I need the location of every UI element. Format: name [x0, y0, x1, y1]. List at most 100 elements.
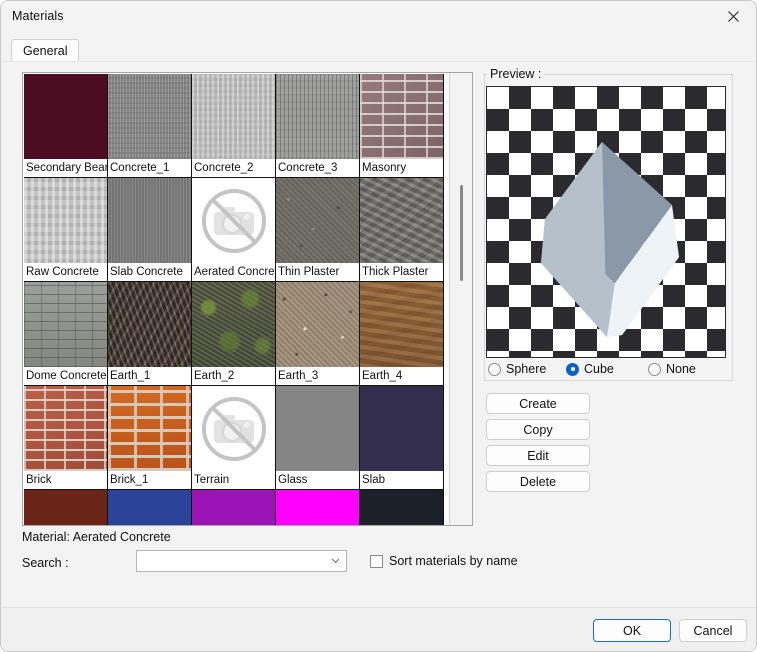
radio-cube-label: Cube	[584, 362, 614, 376]
cube-preview	[487, 87, 725, 357]
material-cell-label: Raw Concrete	[24, 263, 107, 281]
material-cell[interactable]	[192, 490, 276, 525]
material-row: BrickBrick_1TerrainGlassSlab	[24, 386, 449, 490]
cancel-button[interactable]: Cancel	[679, 619, 747, 642]
material-cell[interactable]: Terrain	[192, 386, 276, 490]
no-image-icon	[192, 178, 275, 263]
radio-cube[interactable]: Cube	[566, 362, 614, 376]
material-cell-label: Terrain	[192, 471, 275, 489]
edit-button[interactable]: Edit	[486, 445, 590, 466]
radio-sphere-label: Sphere	[506, 362, 546, 376]
material-cell[interactable]: Dome Concrete	[24, 282, 108, 386]
material-row: Dome ConcreteEarth_1Earth_2Earth_3Earth_…	[24, 282, 449, 386]
sort-materials-checkbox[interactable]: Sort materials by name	[370, 554, 518, 568]
dialog-content: Secondary BeamConcrete_1Concrete_2Concre…	[1, 62, 757, 607]
material-grid-cells: Secondary BeamConcrete_1Concrete_2Concre…	[24, 74, 449, 525]
material-cell[interactable]: Masonry	[360, 74, 444, 178]
material-cell[interactable]: Raw Concrete	[24, 178, 108, 282]
material-thumbnail	[360, 386, 443, 471]
material-thumbnail	[276, 386, 359, 471]
material-thumbnail	[24, 490, 107, 525]
ok-button[interactable]: OK	[593, 619, 671, 642]
material-cell[interactable]: Thick Plaster	[360, 178, 444, 282]
search-label: Search :	[22, 556, 69, 570]
material-cell[interactable]	[276, 490, 360, 525]
material-cell[interactable]: Glass	[276, 386, 360, 490]
material-cell-label: Glass	[276, 471, 359, 489]
material-thumbnail	[108, 282, 191, 367]
material-cell-label: Secondary Beam	[24, 159, 107, 177]
material-grid-scrollbar[interactable]	[449, 73, 472, 525]
material-row	[24, 490, 449, 525]
material-cell[interactable]: Concrete_2	[192, 74, 276, 178]
material-thumbnail	[24, 74, 107, 159]
material-thumbnail	[108, 490, 191, 525]
no-image-placeholder	[192, 178, 275, 263]
create-button[interactable]: Create	[486, 393, 590, 414]
search-input[interactable]	[136, 550, 347, 572]
preview-viewport[interactable]	[486, 86, 726, 358]
material-cell[interactable]: Secondary Beam	[24, 74, 108, 178]
material-grid: Secondary BeamConcrete_1Concrete_2Concre…	[22, 72, 473, 526]
preview-legend: Preview :	[487, 67, 544, 81]
material-thumbnail	[24, 178, 107, 263]
material-cell[interactable]: Slab	[360, 386, 444, 490]
material-cell[interactable]	[24, 490, 108, 525]
material-row: Raw ConcreteSlab ConcreteAerated Concret…	[24, 178, 449, 282]
radio-none-label: None	[666, 362, 696, 376]
copy-button[interactable]: Copy	[486, 419, 590, 440]
material-cell-label: Aerated Concrete	[192, 263, 275, 281]
material-cell-label: Thick Plaster	[360, 263, 443, 281]
title-bar: Materials	[1, 1, 756, 32]
material-cell[interactable]	[360, 490, 444, 525]
material-cell[interactable]: Earth_2	[192, 282, 276, 386]
window-title: Materials	[12, 9, 64, 23]
material-thumbnail	[192, 282, 275, 367]
material-thumbnail	[192, 74, 275, 159]
material-cell-label: Concrete_1	[108, 159, 191, 177]
material-cell-label: Slab	[360, 471, 443, 489]
scrollbar-thumb[interactable]	[460, 185, 463, 281]
chevron-down-icon	[331, 558, 340, 564]
radio-none-dot	[648, 363, 661, 376]
radio-cube-dot	[566, 363, 579, 376]
material-cell[interactable]: Concrete_3	[276, 74, 360, 178]
material-cell-label: Earth_3	[276, 367, 359, 385]
material-cell[interactable]: Earth_1	[108, 282, 192, 386]
material-cell[interactable]: Slab Concrete	[108, 178, 192, 282]
material-cell-label: Brick	[24, 471, 107, 489]
delete-button[interactable]: Delete	[486, 471, 590, 492]
dialog-footer: OK Cancel	[1, 607, 756, 652]
no-image-icon	[192, 386, 275, 471]
material-thumbnail	[276, 74, 359, 159]
no-image-placeholder	[192, 386, 275, 471]
sort-materials-checkbox-box	[370, 555, 383, 568]
material-cell[interactable]: Concrete_1	[108, 74, 192, 178]
radio-sphere[interactable]: Sphere	[488, 362, 546, 376]
material-thumbnail	[276, 490, 359, 525]
preview-shape-radios: Sphere Cube None	[488, 362, 728, 380]
material-cell-label: Concrete_3	[276, 159, 359, 177]
tab-general[interactable]: General	[11, 39, 79, 63]
material-cell[interactable]	[108, 490, 192, 525]
material-cell[interactable]: Earth_3	[276, 282, 360, 386]
material-cell[interactable]: Brick_1	[108, 386, 192, 490]
material-cell[interactable]: Thin Plaster	[276, 178, 360, 282]
material-cell-label: Masonry	[360, 159, 443, 177]
material-cell[interactable]: Brick	[24, 386, 108, 490]
material-cell[interactable]: Earth_4	[360, 282, 444, 386]
material-thumbnail	[360, 490, 443, 525]
material-cell-label: Earth_2	[192, 367, 275, 385]
material-thumbnail	[276, 282, 359, 367]
material-thumbnail	[360, 282, 443, 367]
material-cell-label: Earth_1	[108, 367, 191, 385]
radio-none[interactable]: None	[648, 362, 696, 376]
material-row: Secondary BeamConcrete_1Concrete_2Concre…	[24, 74, 449, 178]
material-thumbnail	[360, 178, 443, 263]
material-cell[interactable]: Aerated Concrete	[192, 178, 276, 282]
radio-sphere-dot	[488, 363, 501, 376]
material-cell-label: Brick_1	[108, 471, 191, 489]
close-icon[interactable]	[711, 1, 756, 32]
material-thumbnail	[108, 386, 191, 471]
material-thumbnail	[24, 386, 107, 471]
